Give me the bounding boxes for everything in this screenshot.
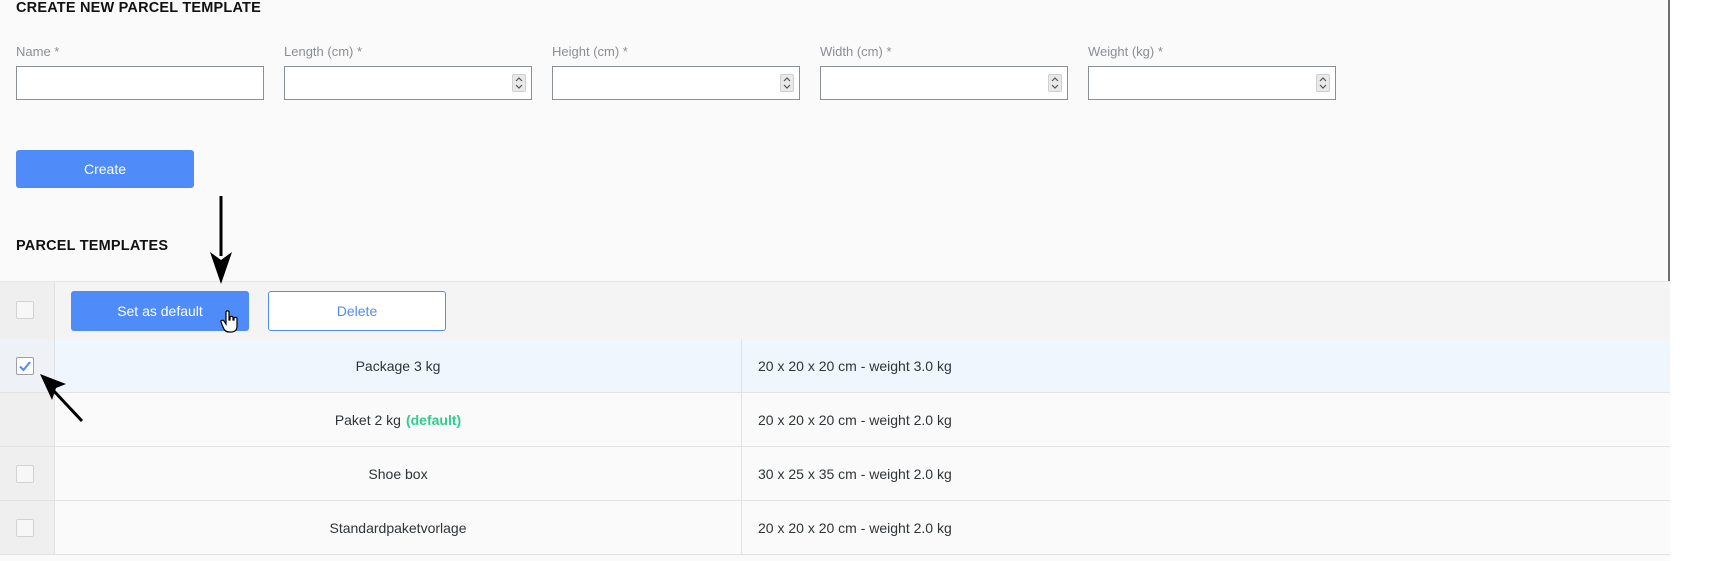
select-all-cell xyxy=(0,282,55,339)
select-all-checkbox[interactable] xyxy=(16,301,34,319)
arrow-up-left-annotation xyxy=(40,374,84,423)
row-name: Package 3 kg xyxy=(355,357,441,374)
table-toolbar: Set as default Delete xyxy=(0,281,1670,340)
delete-button[interactable]: Delete xyxy=(268,291,446,331)
row-checkbox[interactable] xyxy=(16,357,34,375)
name-input[interactable] xyxy=(16,66,264,100)
table-row[interactable]: Standardpaketvorlage 20 x 20 x 20 cm - w… xyxy=(0,501,1670,555)
row-name: Standardpaketvorlage xyxy=(329,519,467,536)
row-name-cell: Shoe box xyxy=(55,447,742,500)
width-input[interactable] xyxy=(820,66,1068,100)
create-form-title: CREATE NEW PARCEL TEMPLATE xyxy=(16,0,261,16)
height-spinner[interactable] xyxy=(780,74,794,92)
templates-title: PARCEL TEMPLATES xyxy=(16,238,169,254)
length-input[interactable] xyxy=(284,66,532,100)
length-spinner[interactable] xyxy=(512,74,526,92)
table-row[interactable]: Package 3 kg 20 x 20 x 20 cm - weight 3.… xyxy=(0,339,1670,393)
hand-cursor-icon xyxy=(220,310,238,333)
checkmark-icon xyxy=(19,361,31,372)
default-badge: (default) xyxy=(405,411,462,428)
weight-spinner[interactable] xyxy=(1316,74,1330,92)
chevron-spinner-icon xyxy=(1051,77,1059,89)
name-label: Name * xyxy=(16,44,60,59)
chevron-spinner-icon xyxy=(1319,77,1327,89)
create-button[interactable]: Create xyxy=(16,150,194,188)
row-name-cell: Standardpaketvorlage xyxy=(55,501,742,554)
row-checkbox[interactable] xyxy=(16,519,34,537)
row-name: Paket 2 kg xyxy=(334,411,401,428)
row-dims: 20 x 20 x 20 cm - weight 2.0 kg xyxy=(758,519,952,536)
weight-input[interactable] xyxy=(1088,66,1336,100)
chevron-spinner-icon xyxy=(515,77,523,89)
arrow-down-annotation xyxy=(210,196,232,284)
row-checkbox-cell xyxy=(0,501,55,554)
table-row[interactable]: Paket 2 kg (default) 20 x 20 x 20 cm - w… xyxy=(0,393,1670,447)
row-dims: 20 x 20 x 20 cm - weight 2.0 kg xyxy=(758,411,952,428)
height-input[interactable] xyxy=(552,66,800,100)
row-checkbox-cell xyxy=(0,447,55,500)
row-checkbox[interactable] xyxy=(16,465,34,483)
row-name-cell: Package 3 kg xyxy=(55,339,742,392)
row-dims: 30 x 25 x 35 cm - weight 2.0 kg xyxy=(758,465,952,482)
width-spinner[interactable] xyxy=(1048,74,1062,92)
weight-label: Weight (kg) * xyxy=(1088,44,1163,59)
width-label: Width (cm) * xyxy=(820,44,892,59)
chevron-spinner-icon xyxy=(783,77,791,89)
length-label: Length (cm) * xyxy=(284,44,363,59)
row-name-cell: Paket 2 kg (default) xyxy=(55,393,742,446)
parcel-templates-page: CREATE NEW PARCEL TEMPLATE Name * Length… xyxy=(0,0,1670,561)
row-dims: 20 x 20 x 20 cm - weight 3.0 kg xyxy=(758,357,952,374)
row-name: Shoe box xyxy=(368,465,428,482)
table-row[interactable]: Shoe box 30 x 25 x 35 cm - weight 2.0 kg xyxy=(0,447,1670,501)
height-label: Height (cm) * xyxy=(552,44,628,59)
